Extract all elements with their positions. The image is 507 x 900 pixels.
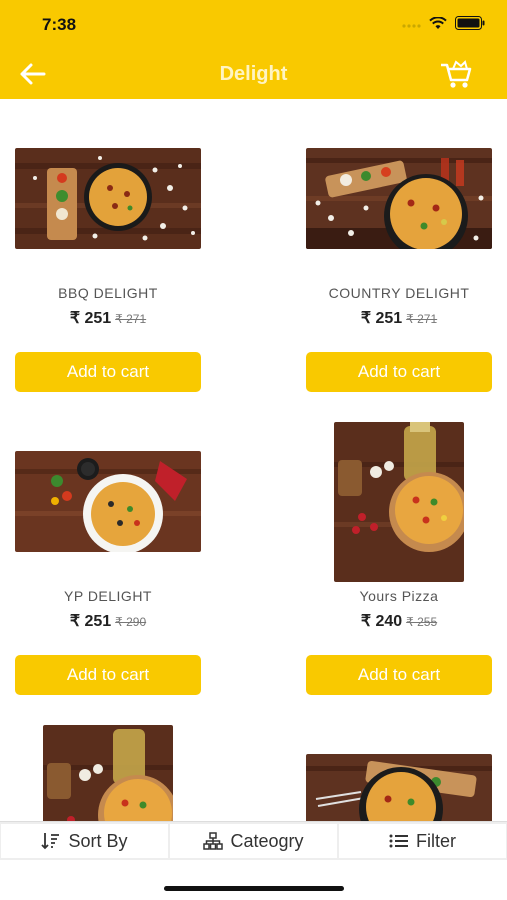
product-image[interactable] <box>306 754 492 821</box>
product-image[interactable] <box>15 451 201 552</box>
sort-label: Sort By <box>68 830 128 851</box>
filter-label: Filter <box>416 830 456 851</box>
category-button[interactable]: Cateogry <box>170 824 337 858</box>
product-name: BBQ DELIGHT <box>58 285 158 301</box>
product-old-price: ₹ 271 <box>115 312 147 326</box>
product-price: ₹ 240 <box>360 613 403 630</box>
wifi-icon <box>429 16 447 29</box>
product-name: Yours Pizza <box>359 588 439 604</box>
product-price-row: ₹ 251 ₹ 290 <box>15 611 201 631</box>
category-icon <box>203 832 224 850</box>
add-to-cart-button[interactable]: Add to cart <box>15 352 201 392</box>
product-old-price: ₹ 271 <box>406 312 438 326</box>
product-image[interactable] <box>43 725 173 821</box>
product-price: ₹ 251 <box>360 310 403 327</box>
product-price: ₹ 251 <box>69 310 112 327</box>
cart-icon[interactable] <box>439 58 473 90</box>
product-old-price: ₹ 290 <box>115 615 147 629</box>
signal-icon <box>402 24 421 28</box>
product-old-price: ₹ 255 <box>406 615 438 629</box>
filter-button[interactable]: Filter <box>339 824 506 858</box>
product-price-row: ₹ 251 ₹ 271 <box>306 308 492 328</box>
category-label: Cateogry <box>230 830 304 851</box>
product-image[interactable] <box>15 148 201 249</box>
battery-icon <box>455 16 485 30</box>
add-to-cart-button[interactable]: Add to cart <box>15 655 201 695</box>
filter-icon <box>389 834 408 848</box>
sort-button[interactable]: Sort By <box>1 824 168 858</box>
bottom-toolbar: Sort By Cateogry Filter <box>0 821 507 860</box>
status-icons <box>401 16 485 30</box>
product-name: COUNTRY DELIGHT <box>328 285 470 301</box>
page-title: Delight <box>219 63 288 85</box>
add-to-cart-button[interactable]: Add to cart <box>306 655 492 695</box>
sort-icon <box>41 833 60 850</box>
app-header: 7:38 Delight <box>0 0 507 99</box>
status-time: 7:38 <box>42 15 77 34</box>
product-price-row: ₹ 240 ₹ 255 <box>306 611 492 631</box>
product-image[interactable] <box>334 422 464 582</box>
product-name: YP DELIGHT <box>64 588 152 604</box>
product-price-row: ₹ 251 ₹ 271 <box>15 308 201 328</box>
product-grid: BBQ DELIGHT ₹ 251 ₹ 271 Add to cart COUNT… <box>0 99 507 821</box>
home-indicator <box>164 886 344 891</box>
product-price: ₹ 251 <box>69 613 112 630</box>
product-image[interactable] <box>306 148 492 249</box>
add-to-cart-button[interactable]: Add to cart <box>306 352 492 392</box>
